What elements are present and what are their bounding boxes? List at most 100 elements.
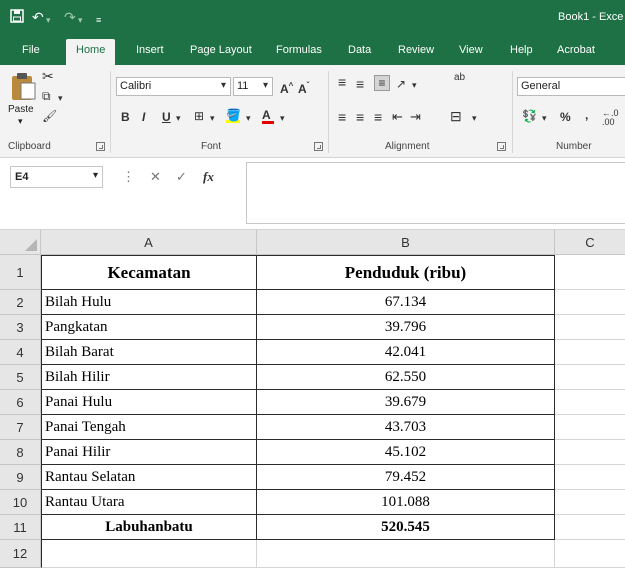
borders-dropdown-icon[interactable]: ▾ <box>210 111 215 125</box>
bold-button[interactable]: B <box>121 110 130 124</box>
tab-acrobat[interactable]: Acrobat <box>557 44 595 56</box>
column-header-b[interactable]: B <box>257 230 555 255</box>
cell-column-c[interactable] <box>555 390 625 415</box>
name-box-dropdown-icon[interactable]: ▾ <box>93 170 98 181</box>
cell-column-c[interactable] <box>555 515 625 540</box>
tab-formulas[interactable]: Formulas <box>276 44 322 56</box>
cell-penduduk[interactable]: 79.452 <box>257 465 555 490</box>
font-name-select[interactable]: Calibri <box>116 77 231 96</box>
cell-penduduk[interactable]: 67.134 <box>257 290 555 315</box>
formula-input[interactable] <box>246 162 625 224</box>
tab-data[interactable]: Data <box>348 44 371 56</box>
insert-function-icon[interactable]: fx <box>203 169 214 185</box>
tab-review[interactable]: Review <box>398 44 434 56</box>
font-color-icon[interactable]: A <box>262 108 274 124</box>
cell-column-c[interactable] <box>555 315 625 340</box>
align-top-icon[interactable]: ≡ <box>338 75 346 89</box>
cell-kecamatan[interactable]: Rantau Utara <box>41 490 257 515</box>
format-painter-icon[interactable]: 🖌 <box>42 109 57 123</box>
italic-button[interactable]: I <box>142 110 145 124</box>
tab-insert[interactable]: Insert <box>136 44 164 56</box>
select-all-button[interactable] <box>0 230 41 255</box>
cell-kecamatan[interactable]: Bilah Barat <box>41 340 257 365</box>
tab-page-layout[interactable]: Page Layout <box>190 44 252 56</box>
cell-column-c[interactable] <box>555 415 625 440</box>
redo-icon[interactable]: ↷ <box>64 9 76 25</box>
undo-dropdown-icon[interactable]: ▾ <box>46 12 51 28</box>
cell-column-c[interactable] <box>555 440 625 465</box>
fill-color-icon[interactable]: 🪣 <box>226 108 241 123</box>
accounting-dropdown-icon[interactable]: ▾ <box>542 111 547 125</box>
row-header[interactable]: 3 <box>0 315 41 340</box>
row-header[interactable]: 1 <box>0 255 41 290</box>
column-header-a[interactable]: A <box>41 230 257 255</box>
percent-style-button[interactable]: % <box>560 110 571 124</box>
align-center-icon[interactable]: ≡ <box>356 110 364 124</box>
cell-penduduk[interactable]: 42.041 <box>257 340 555 365</box>
cell-kecamatan[interactable]: Bilah Hulu <box>41 290 257 315</box>
font-launcher-icon[interactable] <box>314 142 323 151</box>
row-header[interactable]: 11 <box>0 515 41 540</box>
align-middle-icon[interactable]: ≡ <box>356 77 364 91</box>
tab-file[interactable]: File <box>22 44 40 56</box>
align-right-icon[interactable]: ≡ <box>374 110 382 124</box>
font-size-select[interactable]: 11 <box>233 77 273 96</box>
comma-style-button[interactable]: , <box>585 108 588 122</box>
cell-column-c[interactable] <box>555 365 625 390</box>
tab-help[interactable]: Help <box>510 44 533 56</box>
cell-kecamatan[interactable]: Pangkatan <box>41 315 257 340</box>
header-cell-penduduk[interactable]: Penduduk (ribu) <box>257 255 555 290</box>
wrap-text-icon[interactable]: ab <box>454 73 465 83</box>
orientation-dropdown-icon[interactable]: ▾ <box>412 78 417 92</box>
cell-penduduk[interactable]: 39.796 <box>257 315 555 340</box>
borders-icon[interactable]: ⊞ <box>194 109 204 123</box>
cell-kecamatan[interactable]: Panai Tengah <box>41 415 257 440</box>
cell-kecamatan[interactable]: Labuhanbatu <box>41 515 257 540</box>
align-left-icon[interactable]: ≡ <box>338 110 346 124</box>
merge-dropdown-icon[interactable]: ▾ <box>472 111 477 125</box>
paste-button[interactable]: Paste ▾ <box>6 71 40 131</box>
cell-column-c[interactable] <box>555 465 625 490</box>
cell-penduduk[interactable]: 43.703 <box>257 415 555 440</box>
orientation-icon[interactable]: ↗ <box>396 77 406 91</box>
underline-button[interactable]: U <box>162 110 171 124</box>
cell-penduduk[interactable]: 62.550 <box>257 365 555 390</box>
cell-kecamatan[interactable]: Panai Hilir <box>41 440 257 465</box>
cell-column-c[interactable] <box>555 255 625 290</box>
cell-column-c[interactable] <box>555 340 625 365</box>
cut-icon[interactable]: ✂ <box>42 69 54 83</box>
row-header[interactable]: 4 <box>0 340 41 365</box>
redo-dropdown-icon[interactable]: ▾ <box>78 12 83 28</box>
row-header[interactable]: 12 <box>0 540 41 568</box>
row-header[interactable]: 6 <box>0 390 41 415</box>
name-box[interactable]: E4 ▾ <box>10 166 103 188</box>
header-cell-kecamatan[interactable]: Kecamatan <box>41 255 257 290</box>
cell-penduduk[interactable]: 520.545 <box>257 515 555 540</box>
decrease-indent-icon[interactable]: ⇤ <box>392 110 403 124</box>
cell-column-c[interactable] <box>555 540 625 568</box>
font-color-dropdown-icon[interactable]: ▾ <box>280 111 285 125</box>
tab-view[interactable]: View <box>459 44 483 56</box>
copy-icon[interactable]: ⧉ <box>42 89 51 103</box>
clipboard-launcher-icon[interactable] <box>96 142 105 151</box>
customize-icon[interactable]: ≡ <box>96 12 101 28</box>
row-header[interactable]: 9 <box>0 465 41 490</box>
enter-icon[interactable]: ✓ <box>176 169 187 185</box>
cell-kecamatan[interactable]: Panai Hulu <box>41 390 257 415</box>
cell-kecamatan[interactable]: Rantau Selatan <box>41 465 257 490</box>
increase-decimal-icon[interactable]: ←.0.00 <box>602 109 619 127</box>
cell-penduduk[interactable] <box>257 540 555 568</box>
undo-icon[interactable]: ↶ <box>32 9 44 25</box>
shrink-font-button[interactable]: Aˇ <box>298 79 309 96</box>
copy-dropdown-icon[interactable]: ▾ <box>58 91 63 105</box>
cell-kecamatan[interactable]: Bilah Hilir <box>41 365 257 390</box>
cell-penduduk[interactable]: 39.679 <box>257 390 555 415</box>
cell-column-c[interactable] <box>555 490 625 515</box>
align-bottom-icon[interactable]: ≡ <box>374 75 390 91</box>
cell-column-c[interactable] <box>555 290 625 315</box>
cell-penduduk[interactable]: 101.088 <box>257 490 555 515</box>
tab-home[interactable]: Home <box>66 39 116 65</box>
column-header-c[interactable]: C <box>555 230 625 255</box>
number-format-select[interactable]: General <box>517 77 625 96</box>
merge-center-icon[interactable]: ⊟ <box>450 109 462 123</box>
